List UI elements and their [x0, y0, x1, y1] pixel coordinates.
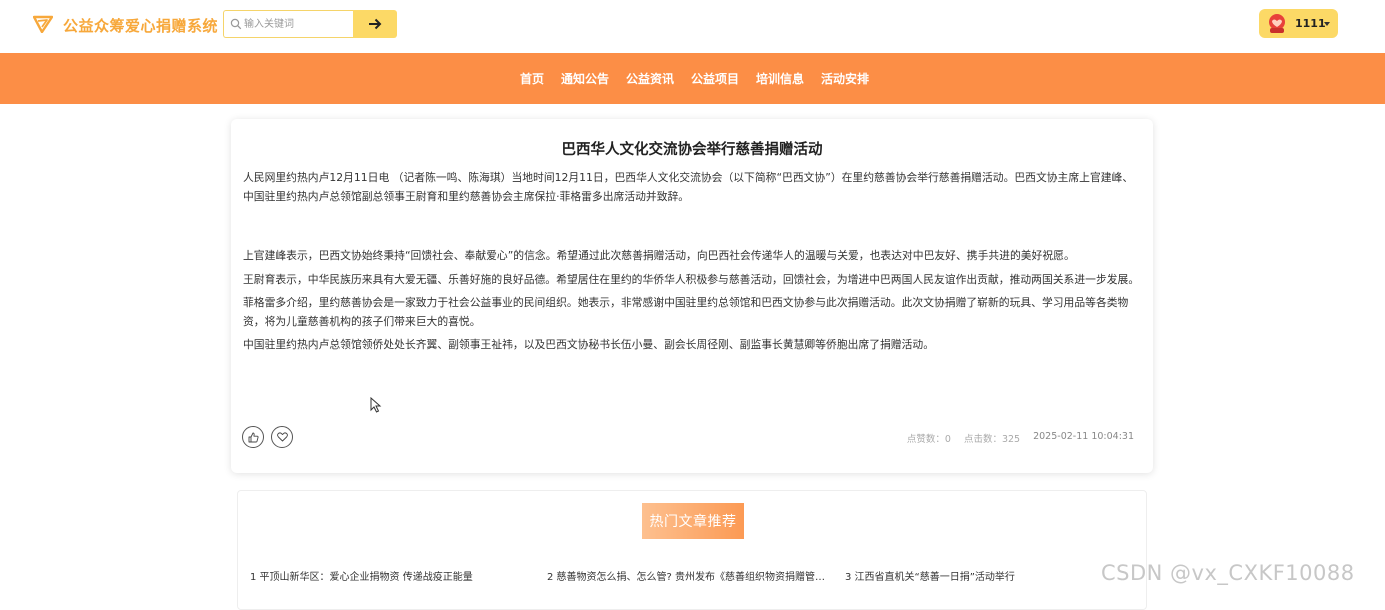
nav-item[interactable]: 首页 [520, 70, 544, 87]
send-triangle-icon[interactable] [33, 15, 53, 33]
nav-item[interactable]: 活动安排 [821, 70, 869, 87]
article-meta: 点赞数：0 点击数：325 2025-02-11 10:04:31 [907, 431, 1134, 445]
user-menu[interactable]: 1111 [1259, 9, 1338, 38]
hot-articles-section: 热门文章推荐 1 平顶山新华区：爱心企业捐物资 传递战疫正能量 2 慈善物资怎么… [237, 490, 1147, 610]
like-button[interactable] [242, 426, 264, 448]
heart-icon [276, 432, 288, 442]
article-paragraph: 人民网里约热内卢12月11日电 （记者陈一鸣、陈海琪）当地时间12月11日，巴西… [243, 171, 1134, 203]
search-button[interactable] [353, 10, 397, 38]
publish-date: 2025-02-11 10:04:31 [1033, 431, 1134, 442]
main-nav: 首页 通知公告 公益资讯 公益项目 培训信息 活动安排 [0, 53, 1385, 104]
top-bar: 公益众筹爱心捐赠系统 1111 [0, 0, 1385, 53]
arrow-right-icon [369, 18, 382, 30]
username: 1111 [1295, 17, 1326, 30]
article-paragraph: 王尉育表示，中华民族历来具有大爱无疆、乐善好施的良好品德。希望居住在里约的华侨华… [243, 272, 1140, 286]
site-title[interactable]: 公益众筹爱心捐赠系统 [63, 15, 218, 36]
hot-article-link[interactable]: 2 慈善物资怎么捐、怎么管? 贵州发布《慈善组织物资捐赠管… [547, 568, 834, 583]
search-box [223, 10, 354, 38]
article-body: 人民网里约热内卢12月11日电 （记者陈一鸣、陈海琪）当地时间12月11日，巴西… [243, 169, 1141, 360]
avatar [1269, 14, 1285, 33]
article-title: 巴西华人文化交流协会举行慈善捐赠活动 [561, 142, 823, 158]
likes-count: 点赞数：0 [906, 434, 951, 445]
nav-item[interactable]: 公益项目 [691, 70, 739, 87]
article-paragraph: 上官建峰表示，巴西文协始终秉持“回馈社会、奉献爱心”的信念。希望通过此次慈善捐赠… [243, 249, 1075, 262]
nav-item[interactable]: 通知公告 [561, 70, 609, 87]
article-paragraph: 菲格雷多介绍，里约慈善协会是一家致力于社会公益事业的民间组织。她表示，非常感谢中… [243, 296, 1129, 328]
nav-item[interactable]: 公益资讯 [626, 70, 674, 87]
nav-items: 首页 通知公告 公益资讯 公益项目 培训信息 活动安排 [0, 53, 1385, 104]
thumbs-up-icon [248, 432, 259, 442]
favorite-button[interactable] [271, 426, 293, 448]
chevron-down-icon [1324, 22, 1330, 26]
article-card: 巴西华人文化交流协会举行慈善捐赠活动 人民网里约热内卢12月11日电 （记者陈一… [231, 119, 1153, 473]
watermark: CSDN @vx_CXKF10088 [1101, 561, 1355, 585]
clicks-count: 点击数：325 [963, 434, 1021, 445]
search-input[interactable] [244, 14, 350, 34]
hot-article-link[interactable]: 1 平顶山新华区：爱心企业捐物资 传递战疫正能量 [250, 568, 535, 583]
hot-article-link[interactable]: 3 江西省直机关“慈善一日捐”活动举行 [845, 568, 1135, 583]
article-paragraph: 中国驻里约热内卢总领馆领侨处处长齐翼、副领事王祉祎，以及巴西文协秘书长伍小曼、副… [243, 338, 934, 351]
search-icon [230, 18, 242, 30]
nav-item[interactable]: 培训信息 [756, 70, 804, 87]
hot-articles-title: 热门文章推荐 [642, 503, 744, 539]
mouse-cursor-icon [370, 397, 382, 413]
